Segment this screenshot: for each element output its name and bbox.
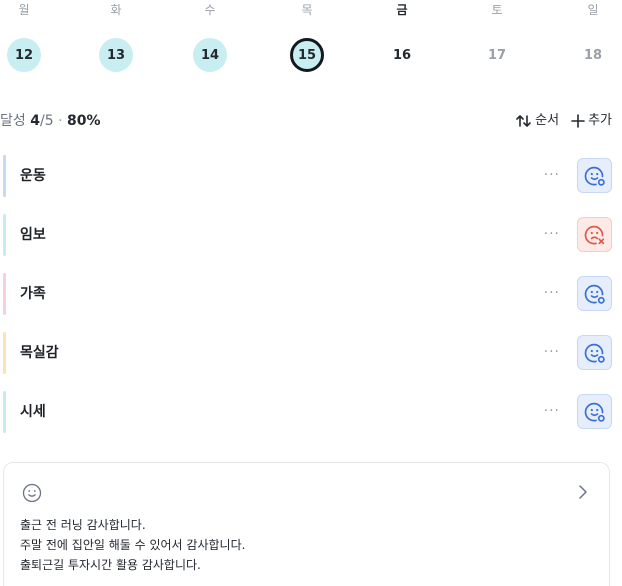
status-row: 달성 4/5 · 80% 순서 추가 <box>0 110 622 132</box>
smile-check-icon <box>584 402 605 422</box>
day-name: 수 <box>204 3 216 17</box>
mood-toggle-button[interactable] <box>577 394 612 429</box>
mood-toggle-button[interactable] <box>577 158 612 193</box>
day-fri[interactable]: 금 16 <box>372 0 432 72</box>
habit-name: 운동 <box>20 168 46 184</box>
day-date[interactable]: 18 <box>576 38 610 72</box>
mood-toggle-button[interactable] <box>577 217 612 252</box>
more-options-icon[interactable]: ··· <box>544 273 560 313</box>
achievement-summary: 달성 4/5 · 80% <box>0 110 100 132</box>
day-sun[interactable]: 일 18 <box>563 0 622 72</box>
gratitude-line: 출퇴근길 투자시간 활용 감사합니다. <box>20 558 201 572</box>
day-date[interactable]: 12 <box>7 38 41 72</box>
habit-color-bar <box>3 214 6 256</box>
day-thu[interactable]: 목 15 <box>277 0 337 72</box>
habit-name: 목실감 <box>20 345 59 361</box>
add-label: 추가 <box>588 113 612 128</box>
habit-row[interactable]: 목실감 ··· <box>0 332 622 374</box>
habit-color-bar <box>3 332 6 374</box>
day-date[interactable]: 13 <box>99 38 133 72</box>
habit-color-bar <box>3 391 6 433</box>
day-tue[interactable]: 화 13 <box>86 0 146 72</box>
achievement-label: 달성 <box>0 113 26 129</box>
day-mon[interactable]: 월 12 <box>0 0 54 72</box>
smile-icon <box>22 483 42 503</box>
smile-check-icon <box>584 343 605 363</box>
day-date[interactable]: 14 <box>193 38 227 72</box>
day-sat[interactable]: 토 17 <box>467 0 527 72</box>
day-name: 화 <box>110 3 122 17</box>
day-name: 일 <box>587 3 599 17</box>
week-strip: 월 12 화 13 수 14 목 15 금 16 토 17 일 18 <box>0 0 622 80</box>
day-date-selected[interactable]: 16 <box>385 38 419 72</box>
order-button[interactable]: 순서 <box>516 110 559 132</box>
gratitude-line: 주말 전에 집안일 해둘 수 있어서 감사합니다. <box>20 538 246 552</box>
day-wed[interactable]: 수 14 <box>180 0 240 72</box>
mood-toggle-button[interactable] <box>577 335 612 370</box>
habit-row[interactable]: 시세 ··· <box>0 391 622 433</box>
day-date-today[interactable]: 15 <box>290 38 324 72</box>
more-options-icon[interactable]: ··· <box>544 332 560 372</box>
add-button[interactable]: 추가 <box>571 110 612 132</box>
sort-arrows-icon <box>516 115 531 127</box>
achievement-dot: · <box>58 113 63 129</box>
habit-row[interactable]: 가족 ··· <box>0 273 622 315</box>
habit-color-bar <box>3 273 6 315</box>
more-options-icon[interactable]: ··· <box>544 391 560 431</box>
mood-toggle-button[interactable] <box>577 276 612 311</box>
habit-name: 가족 <box>20 286 46 302</box>
smile-check-icon <box>584 166 605 186</box>
chevron-right-icon[interactable] <box>577 484 589 500</box>
day-name: 토 <box>491 3 503 17</box>
habit-color-bar <box>3 155 6 197</box>
day-name: 금 <box>396 3 408 17</box>
more-options-icon[interactable]: ··· <box>544 214 560 254</box>
habit-name: 시세 <box>20 404 46 420</box>
status-actions: 순서 추가 <box>516 110 612 132</box>
day-name: 월 <box>18 3 30 17</box>
smile-check-icon <box>584 284 605 304</box>
habit-row[interactable]: 운동 ··· <box>0 155 622 197</box>
more-options-icon[interactable]: ··· <box>544 155 560 195</box>
gratitude-card[interactable]: 출근 전 러닝 감사합니다. 주말 전에 집안일 해둘 수 있어서 감사합니다.… <box>3 462 610 586</box>
order-label: 순서 <box>535 113 560 128</box>
day-name: 목 <box>301 3 313 17</box>
gratitude-line: 출근 전 러닝 감사합니다. <box>20 518 146 532</box>
sad-x-icon <box>584 225 604 244</box>
habit-row[interactable]: 임보 ··· <box>0 214 622 256</box>
gratitude-lines: 출근 전 러닝 감사합니다. 주말 전에 집안일 해둘 수 있어서 감사합니다.… <box>20 515 245 575</box>
achievement-percent: 80% <box>66 113 101 129</box>
habit-name: 임보 <box>20 227 46 243</box>
achievement-total: 5 <box>44 113 54 129</box>
day-date[interactable]: 17 <box>480 38 514 72</box>
achievement-done: 4 <box>30 113 40 129</box>
plus-icon <box>571 114 585 128</box>
